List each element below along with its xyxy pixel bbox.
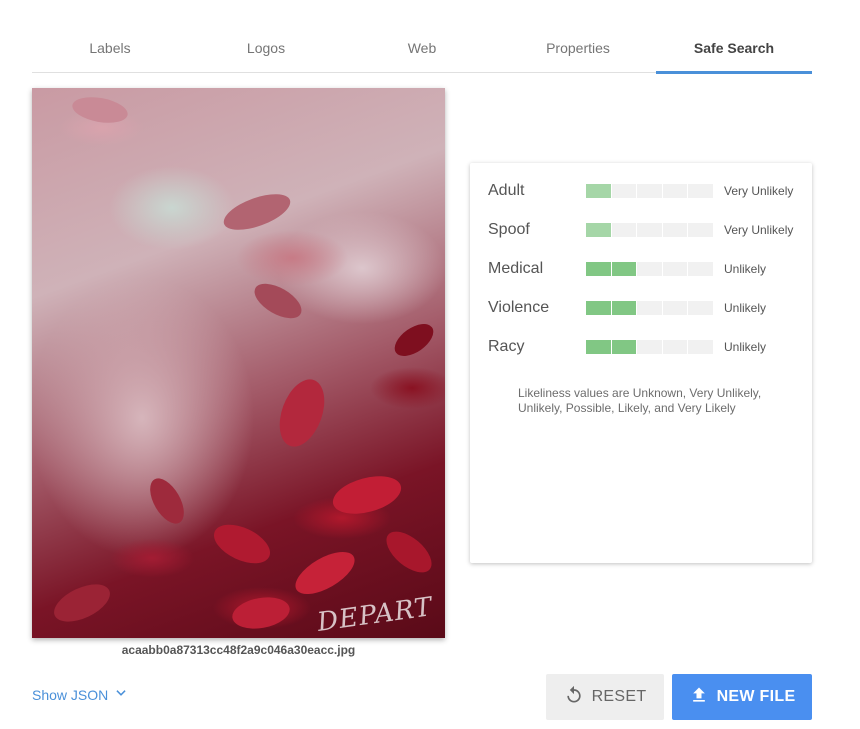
tab-logos[interactable]: Logos (188, 28, 344, 72)
likeliness-note: Likeliness values are Unknown, Very Unli… (518, 386, 762, 415)
bar-segment (611, 184, 637, 198)
row-label: Violence (488, 299, 550, 316)
bar-segment (611, 301, 637, 315)
safe-search-row-racy: Racy Unlikely (488, 337, 798, 357)
likelihood-bar (586, 223, 713, 237)
bar-segment (662, 262, 688, 276)
row-label: Adult (488, 182, 525, 199)
bar-segment (586, 184, 611, 198)
bar-segment (662, 301, 688, 315)
image-filename: acaabb0a87313cc48f2a9c046a30eacc.jpg (121, 643, 356, 657)
show-json-label: Show JSON (32, 686, 109, 703)
likelihood-bar (586, 340, 713, 354)
bar-segment (688, 301, 713, 315)
tab-safe-search[interactable]: Safe Search (656, 28, 812, 74)
likelihood-bar (586, 262, 713, 276)
bar-segment (586, 340, 611, 354)
tab-bar: Labels Logos Web Properties Safe Search (32, 28, 812, 74)
bar-segment (586, 301, 611, 315)
safe-search-panel: Adult Very Unlikely Spoof Very Unlikely … (470, 163, 812, 563)
bar-segment (611, 340, 637, 354)
reset-button[interactable]: RESET (546, 674, 664, 720)
row-label: Medical (488, 260, 544, 277)
reset-label: RESET (591, 688, 647, 705)
row-value: Unlikely (724, 262, 767, 276)
bar-segment (688, 262, 713, 276)
bar-segment (688, 340, 713, 354)
safe-search-row-medical: Medical Unlikely (488, 259, 798, 279)
row-value: Unlikely (724, 340, 767, 354)
new-file-label: NEW FILE (716, 688, 796, 705)
new-file-button[interactable]: NEW FILE (672, 674, 812, 720)
row-label: Spoof (488, 221, 530, 238)
row-value: Unlikely (724, 301, 767, 315)
bar-segment (688, 223, 713, 237)
tab-labels[interactable]: Labels (32, 28, 188, 72)
bar-segment (662, 223, 688, 237)
reset-icon (564, 685, 584, 710)
likelihood-bar (586, 301, 713, 315)
tab-properties[interactable]: Properties (500, 28, 656, 72)
bar-segment (611, 223, 637, 237)
chevron-down-icon (114, 686, 128, 703)
safe-search-row-violence: Violence Unlikely (488, 298, 798, 318)
bar-segment (688, 184, 713, 198)
show-json-toggle[interactable]: Show JSON (32, 686, 128, 703)
bar-segment (637, 223, 662, 237)
bar-segment (611, 262, 637, 276)
upload-icon (689, 685, 709, 710)
bar-segment (637, 262, 662, 276)
row-label: Racy (488, 338, 525, 355)
bar-segment (586, 223, 611, 237)
bar-segment (637, 301, 662, 315)
row-value: Very Unlikely (724, 223, 794, 237)
uploaded-image: DEPART (32, 88, 445, 638)
safe-search-row-spoof: Spoof Very Unlikely (488, 220, 798, 240)
safe-search-row-adult: Adult Very Unlikely (488, 181, 798, 201)
row-value: Very Unlikely (724, 184, 794, 198)
bar-segment (662, 340, 688, 354)
bar-segment (637, 184, 662, 198)
watermark-logo: DEPART (315, 592, 435, 638)
bar-segment (586, 262, 611, 276)
tab-web[interactable]: Web (344, 28, 500, 72)
likelihood-bar (586, 184, 713, 198)
bar-segment (637, 340, 662, 354)
bar-segment (662, 184, 688, 198)
